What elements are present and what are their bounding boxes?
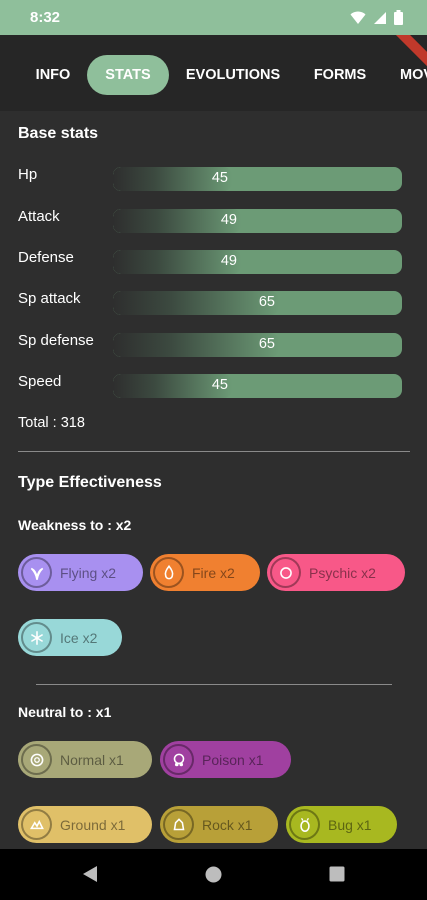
neutral-type-chip[interactable]: Rock x1 <box>160 806 278 843</box>
section-divider <box>18 451 410 452</box>
stat-bar: 65 <box>113 333 402 357</box>
rock-type-icon <box>163 809 194 840</box>
stat-bar: 49 <box>113 250 402 274</box>
tab-evolutions[interactable]: EVOLUTIONS <box>178 55 288 95</box>
recents-icon[interactable] <box>329 866 345 882</box>
stats-content[interactable]: Base stats Hp 45 Attack 49 Defense 49 Sp attac… <box>0 111 427 849</box>
type-chip-label: Ice x2 <box>60 629 98 646</box>
poison-type-icon <box>163 744 194 775</box>
stat-label: Hp <box>18 166 38 183</box>
type-chip-label: Flying x2 <box>60 564 117 581</box>
type-chip-label: Poison x1 <box>202 751 264 768</box>
weakness-heading: Weakness to : x2 <box>18 517 132 533</box>
stat-value: 49 <box>220 212 237 228</box>
type-chip-label: Psychic x2 <box>309 564 376 581</box>
status-icons <box>350 10 403 25</box>
bug-type-icon <box>289 809 320 840</box>
type-effectiveness-title: Type Effectiveness <box>18 474 162 491</box>
battery-icon <box>394 10 403 25</box>
signal-icon <box>374 11 386 24</box>
stat-label: Defense <box>18 249 74 266</box>
status-bar: 8:32 <box>0 0 427 35</box>
stat-value: 45 <box>211 377 228 393</box>
stat-label: Speed <box>18 373 62 390</box>
type-chip-label: Bug x1 <box>328 816 372 833</box>
stat-label: Sp attack <box>18 290 81 307</box>
status-time: 8:32 <box>30 9 61 26</box>
neutral-type-chip[interactable]: Normal x1 <box>18 741 152 778</box>
neutral-type-chip[interactable]: Bug x1 <box>286 806 397 843</box>
tab-stats[interactable]: STATS <box>87 55 169 95</box>
home-icon[interactable] <box>205 866 222 883</box>
tab-bar: INFO STATS EVOLUTIONS FORMS MOV <box>0 35 427 111</box>
stat-bar: 65 <box>113 291 402 315</box>
type-chip-label: Normal x1 <box>60 751 124 768</box>
wifi-icon <box>350 11 366 24</box>
type-chip-label: Fire x2 <box>192 564 235 581</box>
weakness-type-chip[interactable]: Ice x2 <box>18 619 122 656</box>
normal-type-icon <box>21 744 52 775</box>
ice-type-icon <box>21 622 52 653</box>
stat-bar-fill <box>113 333 279 357</box>
weakness-type-chip[interactable]: Psychic x2 <box>267 554 405 591</box>
weakness-type-chip[interactable]: Fire x2 <box>150 554 260 591</box>
type-chip-label: Ground x1 <box>60 816 126 833</box>
stat-label: Attack <box>18 208 60 225</box>
tab-info[interactable]: INFO <box>18 55 88 95</box>
stat-label: Sp defense <box>18 332 94 349</box>
psychic-type-icon <box>270 557 301 588</box>
stat-bar: 49 <box>113 209 402 233</box>
fire-type-icon <box>153 557 184 588</box>
stat-bar: 45 <box>113 167 402 191</box>
stat-value: 49 <box>220 253 237 269</box>
weakness-type-chip[interactable]: Flying x2 <box>18 554 143 591</box>
type-chip-label: Rock x1 <box>202 816 253 833</box>
stat-bar-fill <box>113 291 279 315</box>
stats-total: Total : 318 <box>18 415 85 431</box>
tab-forms[interactable]: FORMS <box>300 55 380 95</box>
stat-value: 65 <box>258 336 275 352</box>
group-divider <box>36 684 392 685</box>
neutral-type-chip[interactable]: Poison x1 <box>160 741 291 778</box>
ground-type-icon <box>21 809 52 840</box>
stat-value: 65 <box>258 294 275 310</box>
flying-type-icon <box>21 557 52 588</box>
back-icon[interactable] <box>81 864 99 884</box>
stat-bar: 45 <box>113 374 402 398</box>
navigation-bar <box>0 849 427 900</box>
neutral-type-chip[interactable]: Ground x1 <box>18 806 152 843</box>
stat-value: 45 <box>211 170 228 186</box>
neutral-heading: Neutral to : x1 <box>18 704 112 720</box>
base-stats-title: Base stats <box>18 125 99 142</box>
